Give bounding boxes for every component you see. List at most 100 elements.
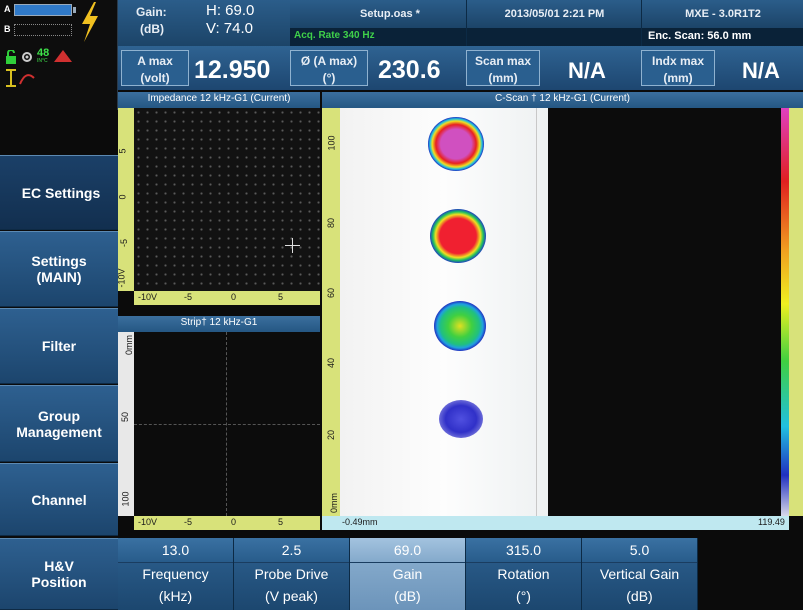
amax-label: A max [137, 54, 173, 68]
tick-label: 100 [326, 135, 337, 151]
tick-label: 5 [278, 517, 284, 527]
cscan-v-ruler: 100 80 60 40 20 0mm [322, 108, 340, 516]
scanmax-label-box: Scan max (mm) [466, 50, 540, 86]
tick-label: 20 [326, 429, 337, 441]
gain-h-value: H: 69.0 [206, 2, 255, 19]
tick-label: 0mm [124, 335, 134, 355]
alarm-icon [54, 50, 72, 62]
param-unit: (°) [516, 588, 531, 604]
acq-rate: Acq. Rate 340 Hz [290, 28, 466, 46]
menu-group-management[interactable]: Group Management [0, 385, 118, 462]
tick-label: -0.49mm [342, 517, 378, 527]
strip-plot[interactable] [134, 332, 320, 516]
indxmax-unit: (mm) [663, 71, 693, 85]
tick-label: 119.49 [758, 517, 785, 527]
enc-scan: Enc. Scan: 56.0 mm [641, 28, 803, 46]
param-value: 5.0 [582, 538, 697, 563]
menu-label: Group Management [16, 407, 102, 440]
battery-b-icon [14, 24, 72, 36]
impedance-h-ruler: -10V -5 0 5 [134, 291, 320, 305]
status-area: A B 48 IN°C [0, 0, 118, 110]
tick-label: 50 [120, 411, 131, 423]
amax-unit: (volt) [140, 71, 170, 85]
tick-label: 80 [326, 217, 337, 229]
menu-label: EC Settings [21, 184, 101, 201]
tick-label: 5 [278, 292, 284, 302]
param-gain[interactable]: 69.0 Gain (dB) [350, 538, 466, 610]
tick-label: -10V [138, 517, 158, 527]
tick-label: 60 [326, 287, 337, 299]
gear-icon [22, 52, 32, 62]
param-name: Gain [392, 566, 423, 582]
lock-icon [6, 50, 16, 64]
phase-value: 230.6 [378, 56, 441, 84]
amax-label-box: A max (volt) [121, 50, 189, 86]
crosshair-v [292, 238, 293, 253]
menu-settings-main[interactable]: Settings (MAIN) [0, 231, 118, 307]
tick-label: -5 [184, 292, 193, 302]
model-text: MXE - 3.0R1T2 [685, 8, 761, 20]
tick-label: 0mm [329, 493, 339, 513]
tick-label: -10V [138, 292, 158, 302]
tick-label: -5 [184, 517, 193, 527]
cscan-h-ruler: -0.49mm 119.49 [322, 516, 789, 530]
probe-icon [6, 69, 35, 87]
tick-label: 0 [117, 194, 128, 200]
param-unit: (dB) [394, 588, 421, 604]
gain-v-value: V: 74.0 [206, 20, 253, 37]
param-name: Rotation [497, 566, 550, 582]
phase-label: Ø (A max) [300, 54, 358, 68]
param-vertical-gain[interactable]: 5.0 Vertical Gain (dB) [582, 538, 698, 610]
param-unit: (V peak) [265, 588, 318, 604]
tick-label: -10V [116, 268, 127, 288]
phase-label-box: Ø (A max) (°) [290, 50, 368, 86]
model: MXE - 3.0R1T2 [641, 0, 803, 28]
setup-filename: Setup.oas * [360, 8, 420, 20]
datetime: 2013/05/01 2:21 PM [466, 0, 641, 28]
datetime-text: 2013/05/01 2:21 PM [504, 8, 605, 20]
scanmax-value: N/A [568, 58, 606, 83]
tick-label: 5 [117, 148, 128, 154]
menu-label: Settings (MAIN) [31, 253, 87, 285]
menu-ec-settings[interactable]: EC Settings [0, 155, 122, 230]
menu-channel[interactable]: Channel [0, 463, 118, 536]
tick-label: -5 [119, 238, 130, 248]
param-unit: (dB) [626, 588, 653, 604]
tick-label: 0 [231, 517, 237, 527]
strip-v-ruler: 0mm 50 100 [118, 332, 134, 516]
param-probe-drive[interactable]: 2.5 Probe Drive (V peak) [234, 538, 350, 610]
strip-title: Strip† 12 kHz-G1 [118, 316, 320, 332]
setup-file: Setup.oas * [290, 0, 466, 28]
acq-rate-text: Acq. Rate 340 Hz [294, 30, 375, 41]
impedance-title: Impedance 12 kHz-G1 (Current) [118, 92, 320, 108]
battery-a-label: A [4, 4, 11, 14]
tick-label: 0 [231, 292, 237, 302]
indxmax-label-box: Indx max (mm) [641, 50, 715, 86]
param-frequency[interactable]: 13.0 Frequency (kHz) [118, 538, 234, 610]
power-bolt-icon [82, 2, 98, 42]
scanmax-label: Scan max [474, 54, 532, 68]
impedance-v-ruler: 5 0 -5 -10V [116, 108, 134, 291]
param-name: Vertical Gain [599, 566, 680, 582]
indxmax-value: N/A [742, 58, 780, 83]
phase-unit: (°) [322, 71, 336, 85]
menu-label: Channel [31, 491, 87, 508]
tick-label: 100 [120, 491, 131, 507]
amax-value: 12.950 [194, 56, 271, 84]
cscan-image[interactable] [340, 108, 548, 516]
gain-label: Gain: [136, 5, 167, 19]
impedance-plot[interactable] [134, 108, 320, 291]
battery-b-label: B [4, 24, 11, 34]
temperature-unit: IN°C [37, 58, 48, 64]
param-value: 315.0 [466, 538, 581, 563]
enc-scan-text: Enc. Scan: 56.0 mm [648, 30, 752, 42]
scanmax-unit: (mm) [488, 71, 518, 85]
menu-hv-position[interactable]: H&V Position [0, 538, 118, 610]
menu-label: H&V Position [31, 558, 87, 590]
menu-filter[interactable]: Filter [0, 308, 118, 384]
param-rotation[interactable]: 315.0 Rotation (°) [466, 538, 582, 610]
cscan-defects [428, 117, 486, 438]
param-name: Frequency [142, 566, 209, 582]
strip-h-ruler: -10V -5 0 5 [134, 516, 320, 530]
indxmax-label: Indx max [651, 54, 705, 68]
